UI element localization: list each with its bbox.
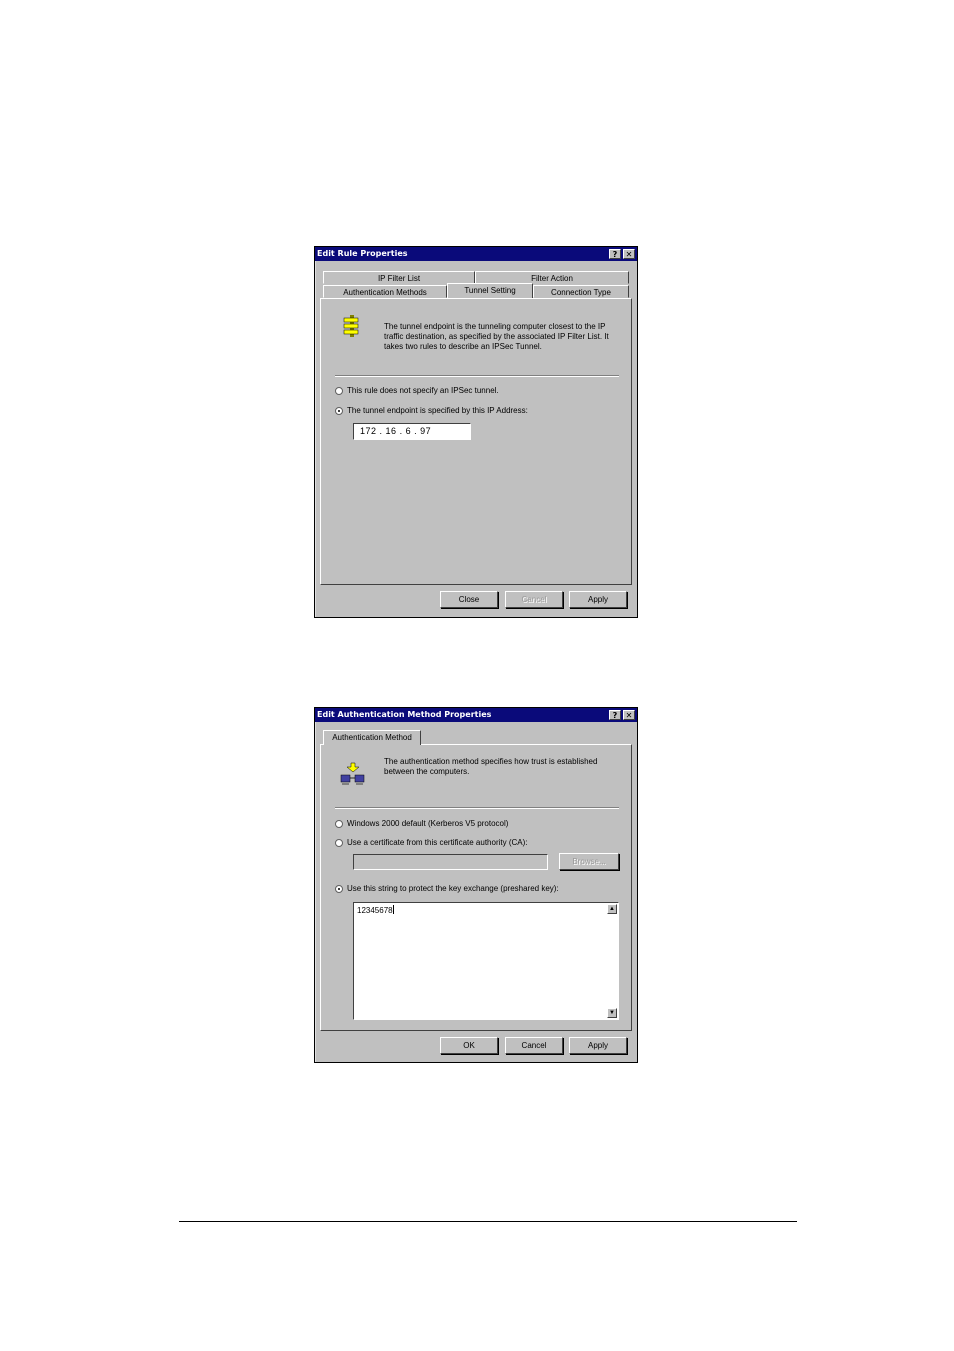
network-computers-icon [340,762,365,785]
dialog-title: Edit Authentication Method Properties [317,710,492,719]
separator [335,375,619,377]
close-button[interactable]: Close [440,591,498,608]
browse-button[interactable]: Browse... [559,853,619,870]
tab-authentication-method[interactable]: Authentication Method [323,730,421,745]
label-no-tunnel[interactable]: This rule does not specify an IPSec tunn… [347,386,499,396]
preshared-key-value: 12345678 [357,906,393,915]
ip-octet-4: 97 [420,426,432,436]
dialog-title: Edit Rule Properties [317,249,408,258]
tab-tunnel-setting[interactable]: Tunnel Setting [447,283,533,298]
radio-certificate[interactable] [335,839,343,847]
footer-rule [179,1221,797,1222]
dialog-title-bar: Edit Rule Properties ? ✕ [315,247,637,261]
tunnel-description: The tunnel endpoint is the tunneling com… [384,322,609,351]
help-button[interactable]: ? [609,710,621,720]
cancel-button[interactable]: Cancel [505,591,563,608]
radio-kerberos[interactable] [335,820,343,828]
close-icon[interactable]: ✕ [623,249,635,259]
preshared-key-textarea[interactable]: 12345678 ▲ ▼ [353,902,619,1020]
auth-description: The authentication method specifies how … [384,757,598,776]
tab-connection-type[interactable]: Connection Type [533,285,629,298]
text-cursor [392,905,394,914]
certificate-authority-input[interactable] [353,854,548,870]
separator [335,807,619,809]
ip-address-input[interactable]: 172 . 16 . 6 . 97 [353,423,471,440]
scroll-up-arrow[interactable]: ▲ [607,904,617,914]
ok-button[interactable]: OK [440,1037,498,1054]
tab-panel: The authentication method specifies how … [320,744,632,1031]
ip-octet-2: 16 [385,426,397,436]
scroll-down-arrow[interactable]: ▼ [607,1008,617,1018]
dialog-title-bar: Edit Authentication Method Properties ? … [315,708,637,722]
label-certificate[interactable]: Use a certificate from this certificate … [347,838,528,848]
close-icon[interactable]: ✕ [623,710,635,720]
apply-button[interactable]: Apply [569,1037,627,1054]
tunnel-icon [343,315,359,337]
ip-octet-1: 172 [360,426,377,436]
radio-preshared-key[interactable] [335,885,343,893]
tab-authentication-methods[interactable]: Authentication Methods [323,285,447,298]
apply-button[interactable]: Apply [569,591,627,608]
label-kerberos[interactable]: Windows 2000 default (Kerberos V5 protoc… [347,819,508,829]
radio-ip-address[interactable] [335,407,343,415]
edit-rule-properties-dialog: Edit Rule Properties ? ✕ IP Filter List … [314,246,638,618]
edit-authentication-method-properties-dialog: Edit Authentication Method Properties ? … [314,707,638,1063]
cancel-button[interactable]: Cancel [505,1037,563,1054]
label-ip-address[interactable]: The tunnel endpoint is specified by this… [347,406,528,416]
help-button[interactable]: ? [609,249,621,259]
tab-panel: The tunnel endpoint is the tunneling com… [320,298,632,585]
radio-no-tunnel[interactable] [335,387,343,395]
label-preshared-key[interactable]: Use this string to protect the key excha… [347,884,559,894]
